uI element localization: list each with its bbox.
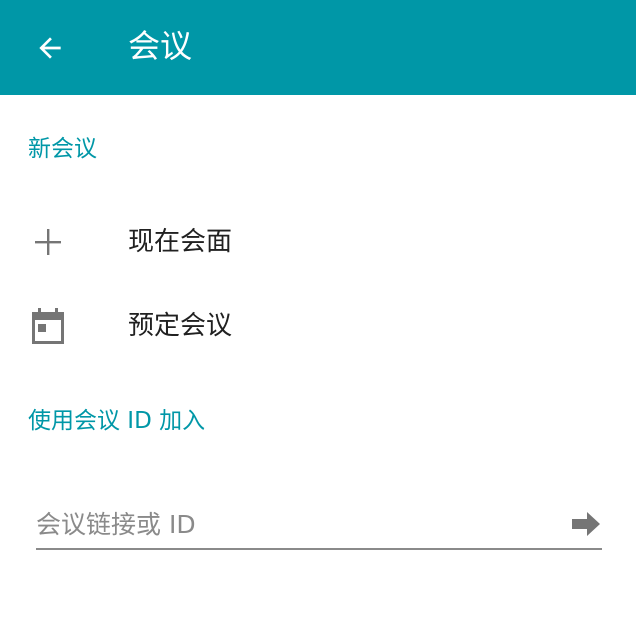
section-header-join-meeting: 使用会议 ID 加入 bbox=[28, 408, 206, 434]
arrow-right-icon bbox=[572, 512, 600, 536]
schedule-meeting-label: 预定会议 bbox=[128, 311, 233, 341]
back-button[interactable] bbox=[22, 20, 78, 76]
page-title: 会议 bbox=[128, 27, 193, 65]
meet-now-item[interactable]: 现在会面 bbox=[0, 202, 636, 282]
input-underline bbox=[36, 548, 602, 550]
calendar-icon bbox=[28, 306, 68, 346]
section-header-new-meeting: 新会议 bbox=[28, 136, 97, 162]
arrow-left-icon bbox=[39, 37, 61, 59]
meet-now-label: 现在会面 bbox=[128, 227, 233, 257]
join-submit-button[interactable] bbox=[570, 508, 602, 540]
schedule-meeting-item[interactable]: 预定会议 bbox=[0, 286, 636, 366]
meeting-id-field bbox=[36, 498, 602, 552]
meeting-id-input[interactable] bbox=[36, 498, 556, 550]
plus-icon bbox=[28, 222, 68, 262]
app-bar: 会议 bbox=[0, 0, 636, 95]
